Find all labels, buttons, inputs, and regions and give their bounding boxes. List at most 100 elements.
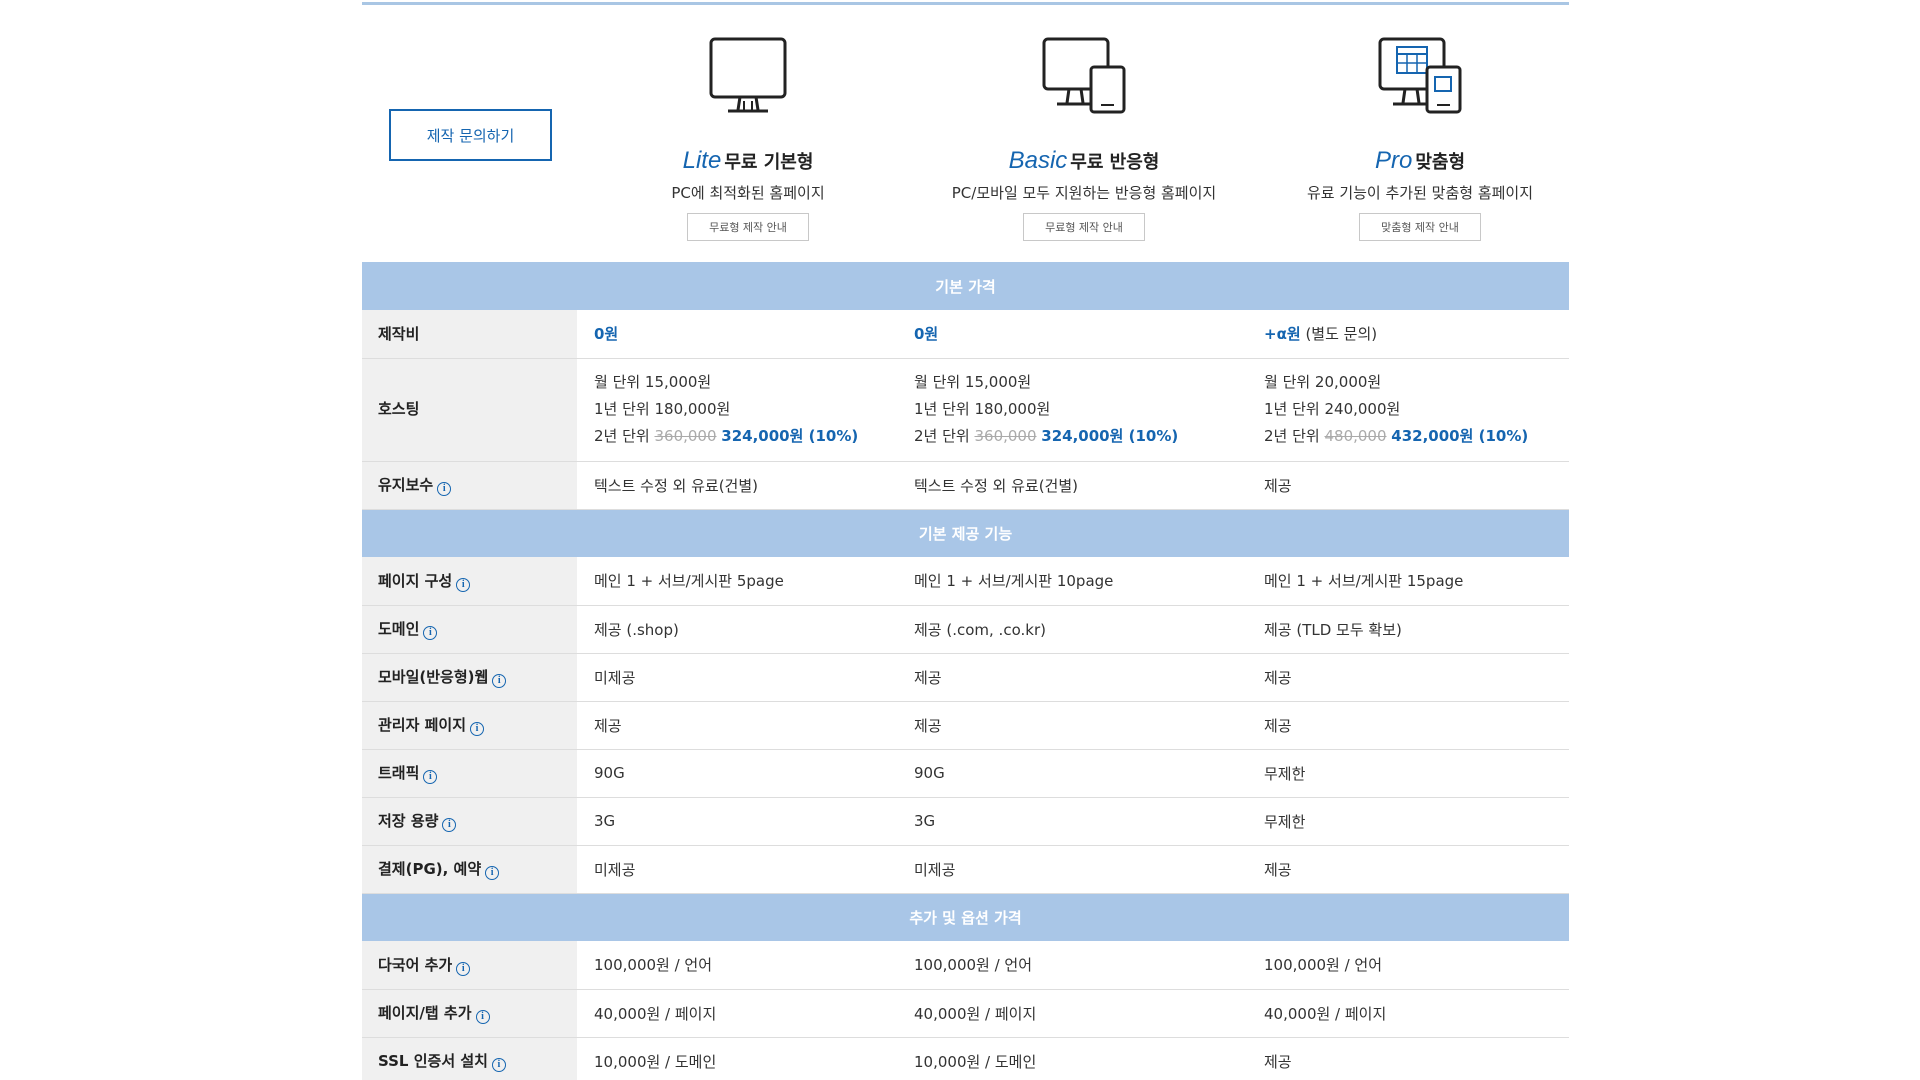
row-label: 페이지/탭 추가 i (362, 989, 577, 1038)
pro-guide-button[interactable]: 맞춤형 제작 안내 (1359, 213, 1481, 241)
monitor-mobile-icon (1042, 37, 1126, 114)
hosting-two-year: 2년 단위 360,000 324,000원 (10%) (914, 423, 1247, 450)
table-cell: 텍스트 수정 외 유료(건별) (577, 461, 897, 510)
table-cell: 월 단위 15,000원 1년 단위 180,000원 2년 단위 360,00… (897, 358, 1247, 462)
table-row: 다국어 추가 i 100,000원 / 언어 100,000원 / 언어 100,… (362, 941, 1569, 990)
info-icon[interactable]: i (475, 1009, 490, 1024)
hosting-two-year: 2년 단위 480,000 432,000원 (10%) (1264, 423, 1569, 450)
table-cell: 메인 1 + 서브/게시판 5page (577, 557, 897, 606)
pricing-table: 기본 가격 제작비 0원 0원 +α원 (별도 문의) 호스팅 월 단위 15,… (362, 262, 1569, 1080)
table-cell: 10,000원 / 도메인 (897, 1037, 1247, 1080)
row-label-text: SSL 인증서 설치 (378, 1052, 488, 1071)
table-row: 페이지 구성 i 메인 1 + 서브/게시판 5page 메인 1 + 서브/게시… (362, 557, 1569, 606)
hosting-monthly: 월 단위 20,000원 (1264, 373, 1382, 391)
hosting-monthly: 월 단위 15,000원 (914, 373, 1032, 391)
info-icon[interactable]: i (423, 625, 438, 640)
table-cell: 0원 (897, 310, 1247, 359)
row-label: 유지보수 i (362, 461, 577, 510)
table-cell: 제공 (.shop) (577, 605, 897, 654)
table-cell: 제공 (897, 653, 1247, 702)
table-row: 저장 용량 i 3G 3G 무제한 (362, 797, 1569, 846)
plan-name-ko: 무료 반응형 (1070, 152, 1160, 173)
row-label: SSL 인증서 설치 i (362, 1037, 577, 1080)
plan-lite: Lite 무료 기본형 PC에 최적화된 홈페이지 무료형 제작 안내 (578, 5, 918, 262)
table-cell: 미제공 (897, 845, 1247, 894)
info-icon[interactable]: i (456, 577, 471, 592)
row-label: 호스팅 (362, 358, 577, 462)
price-value: 0원 (914, 325, 939, 344)
table-cell: 무제한 (1247, 797, 1569, 846)
row-label: 결제(PG), 예약 i (362, 845, 577, 894)
row-label: 저장 용량 i (362, 797, 577, 846)
info-icon[interactable]: i (491, 1057, 506, 1072)
table-row: 도메인 i 제공 (.shop) 제공 (.com, .co.kr) 제공 (TL… (362, 605, 1569, 654)
monitor-icon (709, 37, 787, 113)
price-note: (별도 문의) (1300, 325, 1378, 344)
table-cell: 40,000원 / 페이지 (1247, 989, 1569, 1038)
table-cell: 텍스트 수정 외 유료(건별) (897, 461, 1247, 510)
table-cell: 월 단위 20,000원 1년 단위 240,000원 2년 단위 480,00… (1247, 358, 1569, 462)
table-cell: 90G (577, 749, 897, 798)
hosting-yearly: 1년 단위 180,000원 (594, 400, 731, 418)
custom-device-icon (1378, 37, 1462, 114)
info-icon[interactable]: i (492, 673, 507, 688)
discount-price: 324,000원 (10%) (1041, 427, 1179, 445)
table-cell: 제공 (.com, .co.kr) (897, 605, 1247, 654)
row-label-text: 모바일(반응형)웹 (378, 668, 489, 687)
section-title: 기본 제공 기능 (362, 509, 1569, 557)
table-cell: 제공 (1247, 845, 1569, 894)
plan-name-ko: 맞춤형 (1415, 152, 1466, 173)
info-icon[interactable]: i (470, 721, 485, 736)
row-label-text: 도메인 (378, 620, 420, 639)
table-cell: 40,000원 / 페이지 (577, 989, 897, 1038)
table-cell: 미제공 (577, 845, 897, 894)
info-icon[interactable]: i (437, 481, 452, 496)
two-year-prefix: 2년 단위 (1264, 427, 1325, 445)
table-cell: 무제한 (1247, 749, 1569, 798)
row-label: 도메인 i (362, 605, 577, 654)
table-cell: 미제공 (577, 653, 897, 702)
row-label-text: 다국어 추가 (378, 956, 453, 974)
table-cell: 제공 (897, 701, 1247, 750)
row-label: 트래픽 i (362, 749, 577, 798)
table-cell: 제공 (1247, 1037, 1569, 1080)
two-year-prefix: 2년 단위 (914, 427, 975, 445)
table-row: SSL 인증서 설치 i 10,000원 / 도메인 10,000원 / 도메인 … (362, 1037, 1569, 1080)
table-row: 결제(PG), 예약 i 미제공 미제공 제공 (362, 845, 1569, 894)
info-icon[interactable]: i (485, 865, 500, 880)
table-cell: 월 단위 15,000원 1년 단위 180,000원 2년 단위 360,00… (577, 358, 897, 462)
plan-name-en: Basic (1008, 147, 1068, 174)
row-label: 다국어 추가 i (362, 941, 577, 990)
table-row: 호스팅 월 단위 15,000원 1년 단위 180,000원 2년 단위 36… (362, 358, 1569, 462)
discount-price: 324,000원 (10%) (721, 427, 859, 445)
old-price: 360,000 (974, 427, 1037, 445)
discount-price: 432,000원 (10%) (1391, 427, 1529, 445)
section-header-options: 추가 및 옵션 가격 (362, 893, 1569, 941)
table-row: 트래픽 i 90G 90G 무제한 (362, 749, 1569, 798)
row-label-text: 페이지/탭 추가 (378, 1004, 472, 1023)
info-icon[interactable]: i (456, 961, 471, 976)
table-cell: 3G (897, 797, 1247, 846)
plan-name-ko: 무료 기본형 (724, 152, 814, 173)
table-cell: 100,000원 / 언어 (1247, 941, 1569, 990)
inquiry-button[interactable]: 제작 문의하기 (389, 109, 552, 161)
table-row: 페이지/탭 추가 i 40,000원 / 페이지 40,000원 / 페이지 40… (362, 989, 1569, 1038)
basic-guide-button[interactable]: 무료형 제작 안내 (1023, 213, 1145, 241)
info-icon[interactable]: i (423, 769, 438, 784)
table-cell: 100,000원 / 언어 (897, 941, 1247, 990)
row-label-text: 저장 용량 (378, 812, 439, 831)
plan-title-pro: Pro 맞춤형 (1250, 147, 1590, 175)
table-cell: 제공 (577, 701, 897, 750)
row-label-text: 결제(PG), 예약 (378, 860, 482, 879)
table-cell: +α원 (별도 문의) (1247, 310, 1569, 359)
table-cell: 제공 (1247, 701, 1569, 750)
plan-header: 제작 문의하기 Lite 무료 기본형 PC에 최적화된 홈페이지 무료형 제작 … (362, 5, 1569, 262)
table-cell: 10,000원 / 도메인 (577, 1037, 897, 1080)
section-header-basic-features: 기본 제공 기능 (362, 509, 1569, 557)
table-cell: 100,000원 / 언어 (577, 941, 897, 990)
lite-guide-button[interactable]: 무료형 제작 안내 (687, 213, 809, 241)
table-cell: 3G (577, 797, 897, 846)
info-icon[interactable]: i (442, 817, 457, 832)
row-label-text: 관리자 페이지 (378, 716, 467, 735)
plan-title-lite: Lite 무료 기본형 (578, 147, 918, 175)
